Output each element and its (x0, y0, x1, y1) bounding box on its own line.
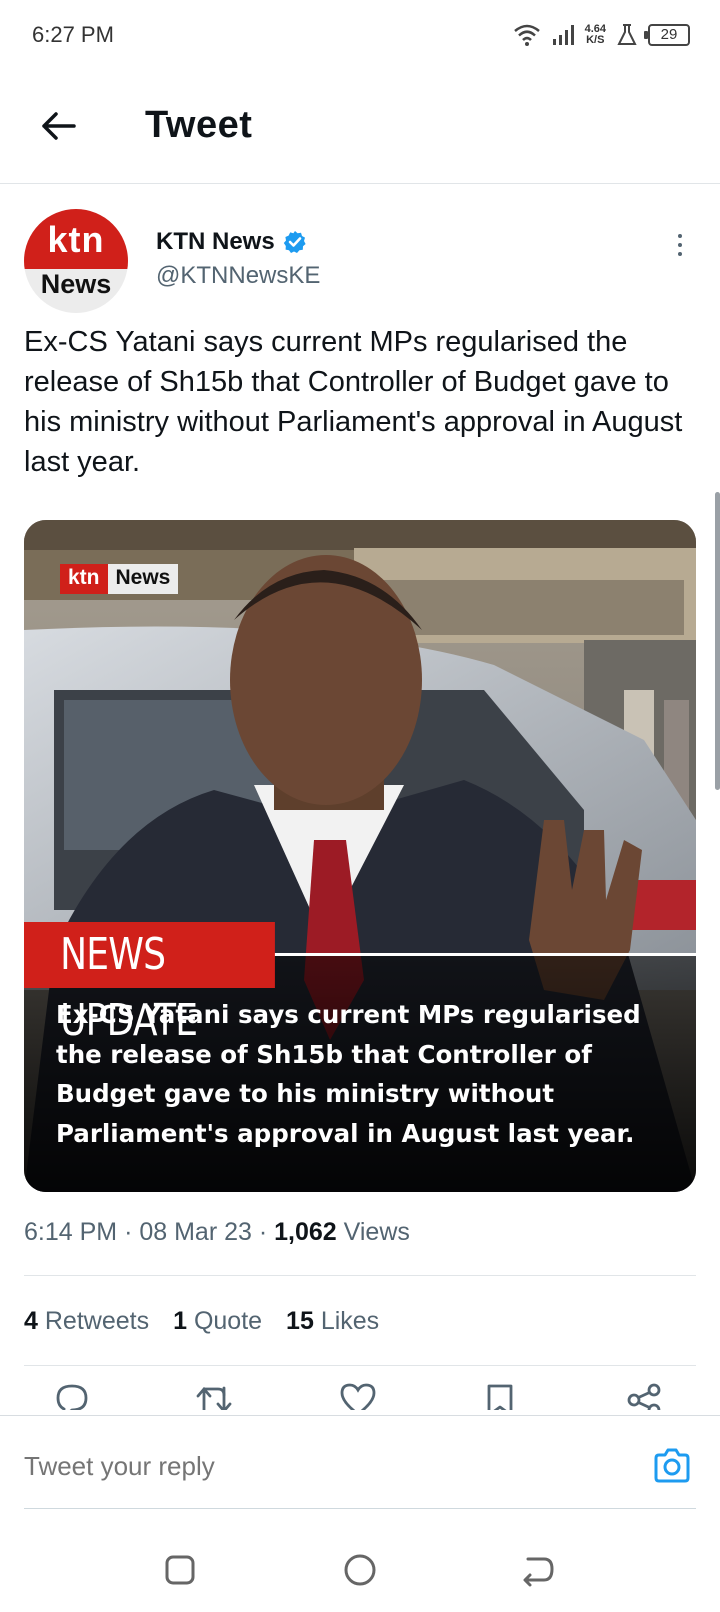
avatar-logo-ktn: ktn (47, 219, 105, 260)
status-icons: 4.64 K/S 29 (513, 20, 690, 50)
home-button[interactable] (340, 1550, 380, 1590)
system-nav-bar (0, 1520, 720, 1612)
author-handle: @KTNNewsKE (156, 262, 321, 289)
media-logo-news: News (107, 564, 179, 594)
quotes-stat[interactable]: 1 Quote (173, 1307, 262, 1336)
camera-icon (654, 1448, 690, 1483)
quotes-label: Quote (193, 1307, 263, 1335)
retweet-icon (196, 1386, 232, 1410)
views-count: 1,062 (274, 1218, 337, 1246)
signal-icon (552, 25, 574, 45)
dot (678, 234, 682, 238)
author-name-row: KTN News (156, 228, 320, 256)
like-button[interactable] (336, 1380, 380, 1410)
bookmark-button[interactable] (478, 1380, 522, 1410)
retweets-stat[interactable]: 4 Retweets (24, 1307, 149, 1336)
media-logo: ktn News (60, 564, 179, 594)
tweet-stats: 4 Retweets 1 Quote 15 Likes (24, 1307, 379, 1336)
retweets-count: 4 (24, 1307, 38, 1335)
retweets-label: Retweets (44, 1307, 150, 1335)
avatar[interactable]: ktn News (24, 209, 128, 313)
meta-separator: · (258, 1218, 268, 1246)
avatar-logo-news: News (40, 269, 112, 299)
bookmark-icon (487, 1384, 513, 1410)
network-speed: 4.64 K/S (585, 24, 606, 46)
circle-icon (344, 1554, 376, 1586)
verified-badge-icon (283, 231, 306, 253)
author-block[interactable]: KTN News @KTNNewsKE (156, 228, 320, 290)
retweet-button[interactable] (192, 1380, 236, 1410)
dot (678, 243, 682, 247)
back-button[interactable] (36, 104, 80, 148)
reply-underline (24, 1508, 696, 1509)
network-speed-unit: K/S (586, 34, 605, 46)
scrollbar[interactable] (715, 492, 720, 790)
square-icon (165, 1555, 195, 1585)
media-caption-line: Budget gave to his ministry without (56, 1079, 555, 1108)
media-logo-ktn: ktn (60, 564, 108, 594)
status-bar: 6:27 PM 4.64 K/S 29 (0, 0, 720, 74)
media-caption-line: the release of Sh15b that Controller of (56, 1039, 592, 1069)
system-back-button[interactable] (518, 1550, 558, 1590)
news-update-banner: NEWS UPDATE (24, 922, 275, 1046)
tweet-time: 6:14 PM (24, 1218, 118, 1246)
likes-count: 15 (286, 1307, 314, 1335)
wifi-icon (513, 24, 540, 46)
more-options-button[interactable] (670, 225, 690, 265)
recent-apps-button[interactable] (160, 1550, 200, 1590)
flask-icon (617, 24, 637, 45)
reply-input[interactable] (24, 1446, 624, 1486)
camera-button[interactable] (652, 1446, 692, 1486)
share-button[interactable] (622, 1380, 666, 1410)
arrow-left-icon (42, 112, 76, 140)
meta-separator: · (124, 1218, 133, 1246)
tweet-date: 08 Mar 23 (139, 1218, 252, 1246)
page-title: Tweet (145, 104, 253, 146)
views-label: Views (343, 1218, 410, 1246)
dot (678, 252, 682, 256)
status-time: 6:27 PM (32, 22, 114, 47)
tweet-meta: 6:14 PM · 08 Mar 23 · 1,062 Views (24, 1218, 410, 1247)
media-caption: Ex-CS Yatani says current MPs regularise… (56, 995, 676, 1153)
share-icon (627, 1383, 661, 1410)
media-caption-line: Parliament's approval in August last yea… (56, 1118, 635, 1148)
divider (24, 1365, 696, 1366)
likes-label: Likes (320, 1307, 380, 1335)
quotes-count: 1 (173, 1307, 187, 1335)
back-arrow-icon (523, 1557, 554, 1587)
tweet-media-image[interactable]: ktn News NEWS UPDATE Ex-CS Yatani says c… (24, 520, 696, 1192)
heart-icon (340, 1383, 376, 1410)
header: Tweet (0, 74, 720, 184)
reply-icon (56, 1384, 88, 1410)
tweet-actions (0, 1372, 720, 1410)
likes-stat[interactable]: 15 Likes (286, 1307, 379, 1336)
divider (24, 1275, 696, 1276)
reply-button[interactable] (50, 1380, 94, 1410)
author-name: KTN News (156, 228, 275, 255)
tweet-text: Ex-CS Yatani says current MPs regularise… (24, 326, 683, 478)
battery-indicator: 29 (644, 24, 690, 46)
media-caption-line: Ex-CS Yatani says current MPs regularise… (56, 1000, 641, 1029)
